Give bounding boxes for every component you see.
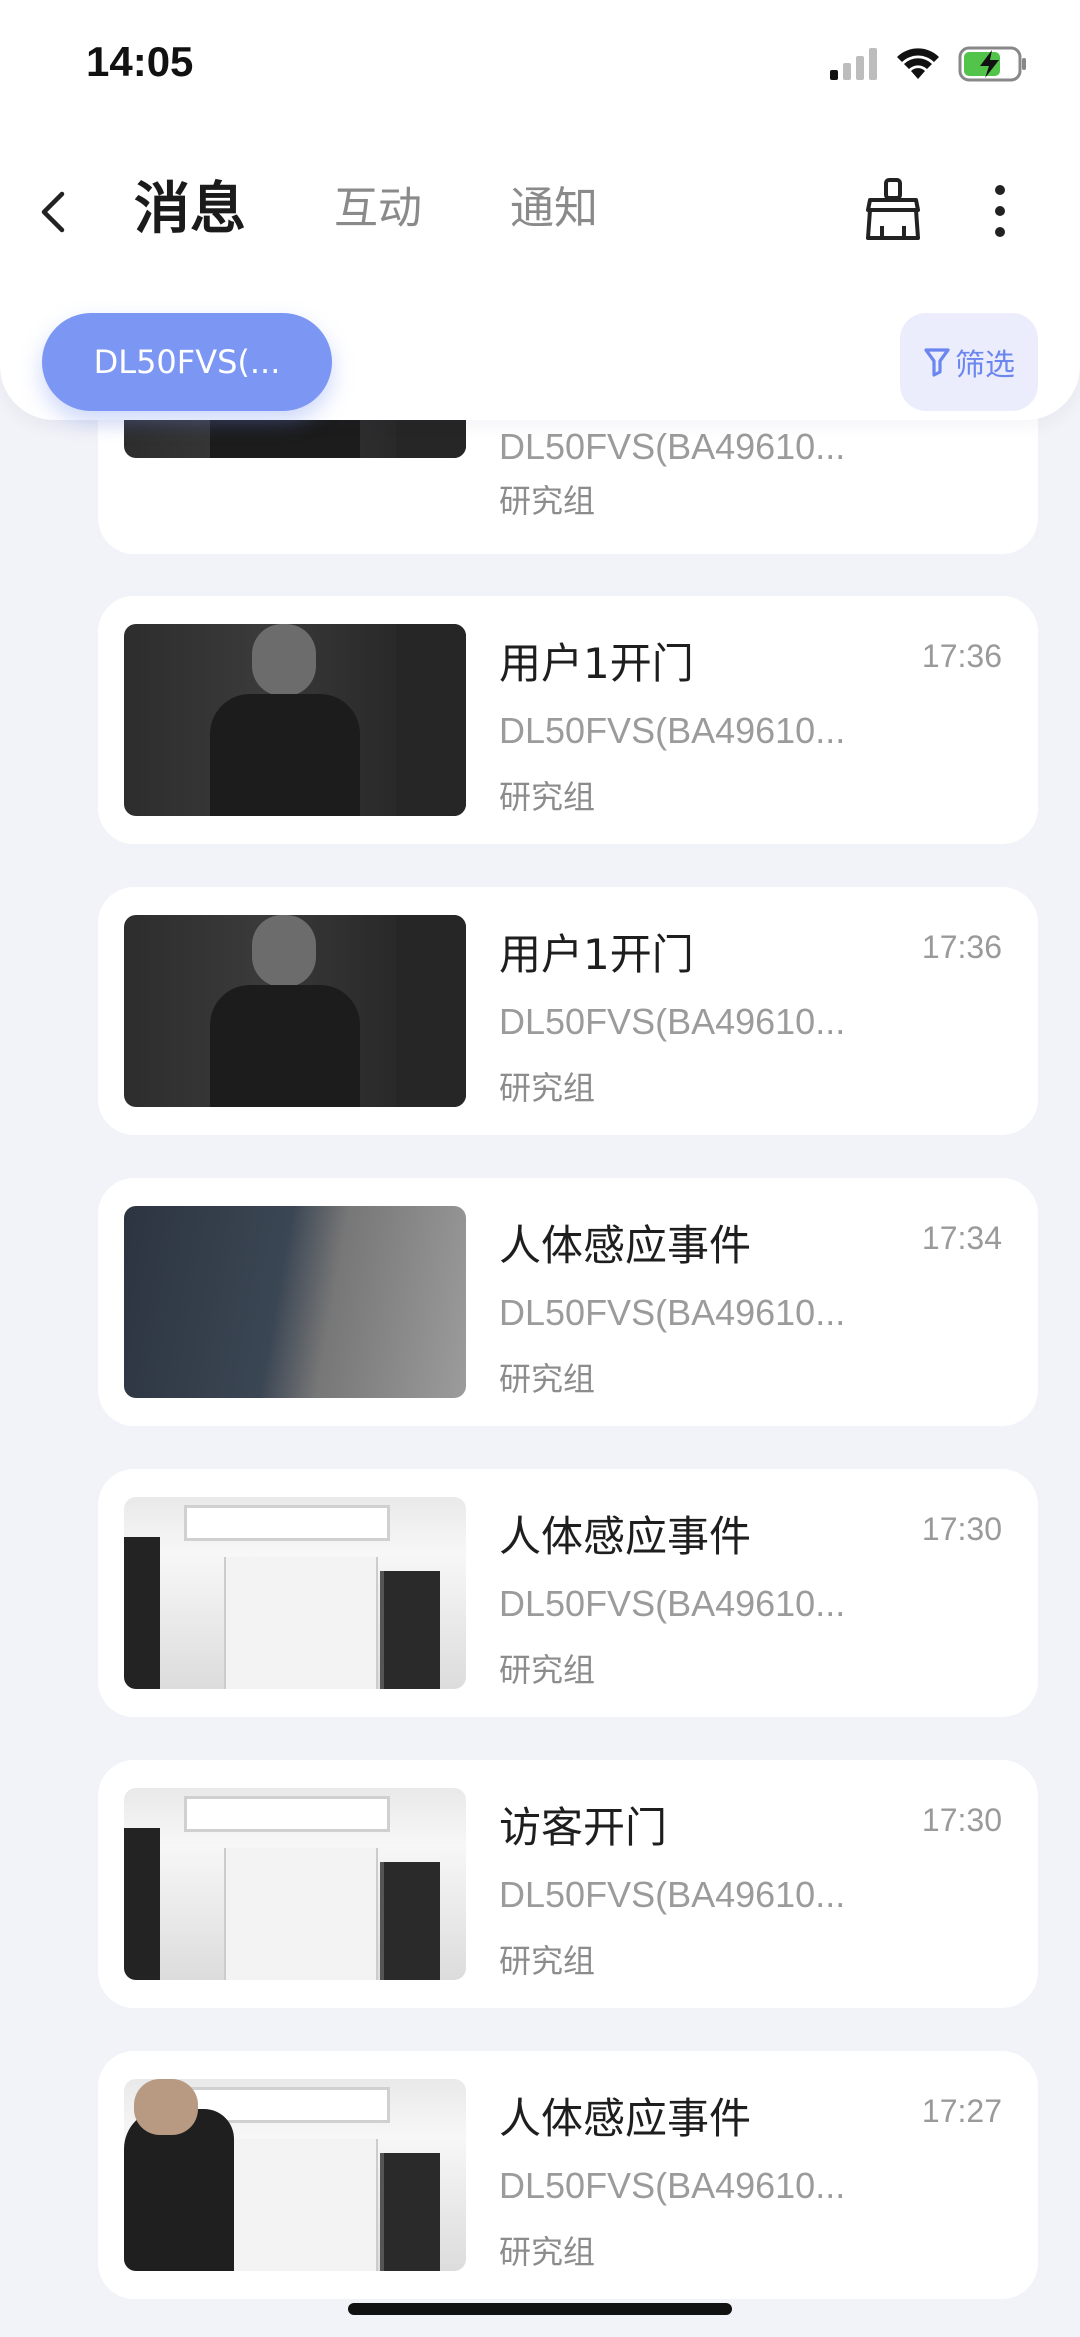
list-item[interactable]: 人体感应事件 17:34 DL50FVS(BA49610... 研究组 bbox=[98, 1178, 1038, 1426]
back-arrow-icon[interactable] bbox=[28, 176, 78, 246]
device-selector-chip[interactable]: DL50FVS(... bbox=[42, 313, 332, 411]
message-device: DL50FVS(BA49610... bbox=[499, 1001, 846, 1042]
message-group: 研究组 bbox=[499, 1360, 596, 1398]
filter-funnel-icon bbox=[924, 348, 950, 377]
event-thumbnail bbox=[124, 624, 466, 816]
message-time: 17:30 bbox=[921, 1511, 1002, 1547]
message-time: 17:36 bbox=[921, 929, 1002, 965]
filter-button[interactable]: 筛选 bbox=[900, 313, 1038, 411]
list-item[interactable]: 用户1开门 17:36 DL50FVS(BA49610... 研究组 bbox=[98, 596, 1038, 844]
message-time: 17:27 bbox=[921, 2093, 1002, 2129]
home-indicator bbox=[348, 2303, 732, 2315]
header: 消息 互动 通知 DL50FVS(... 筛选 bbox=[0, 140, 1080, 420]
clean-brush-icon[interactable] bbox=[862, 176, 924, 244]
message-device: DL50FVS(BA49610... bbox=[499, 1583, 846, 1624]
cellular-signal-icon bbox=[830, 48, 877, 80]
message-time: 17:34 bbox=[921, 1220, 1002, 1256]
message-device: DL50FVS(BA49610... bbox=[499, 2165, 846, 2206]
event-thumbnail bbox=[124, 1497, 466, 1689]
message-device: DL50FVS(BA49610... bbox=[499, 1874, 846, 1915]
filter-label: 筛选 bbox=[955, 348, 1015, 383]
message-group: 研究组 bbox=[499, 482, 596, 520]
event-thumbnail bbox=[124, 915, 466, 1107]
message-title: 用户1开门 bbox=[499, 930, 694, 979]
list-item[interactable]: 访客开门 17:30 DL50FVS(BA49610... 研究组 bbox=[98, 1760, 1038, 2008]
event-thumbnail bbox=[124, 1206, 466, 1398]
list-item[interactable]: 用户1开门 17:36 DL50FVS(BA49610... 研究组 bbox=[98, 887, 1038, 1135]
message-group: 研究组 bbox=[499, 1651, 596, 1689]
event-thumbnail bbox=[124, 2079, 466, 2271]
message-group: 研究组 bbox=[499, 1069, 596, 1107]
message-time: 17:36 bbox=[921, 638, 1002, 674]
list-item[interactable]: 人体感应事件 17:27 DL50FVS(BA49610... 研究组 bbox=[98, 2051, 1038, 2299]
list-item[interactable]: 人体感应事件 17:30 DL50FVS(BA49610... 研究组 bbox=[98, 1469, 1038, 1717]
message-device: DL50FVS(BA49610... bbox=[499, 426, 846, 467]
message-group: 研究组 bbox=[499, 1942, 596, 1980]
event-thumbnail bbox=[124, 1788, 466, 1980]
message-device: DL50FVS(BA49610... bbox=[499, 710, 846, 751]
status-time: 14:05 bbox=[86, 38, 194, 85]
tab-interactions[interactable]: 互动 bbox=[334, 172, 422, 236]
status-icons bbox=[830, 46, 1028, 82]
message-group: 研究组 bbox=[499, 778, 596, 816]
message-title: 用户1开门 bbox=[499, 639, 694, 688]
tab-notifications[interactable]: 通知 bbox=[510, 172, 598, 236]
message-group: 研究组 bbox=[499, 2233, 596, 2271]
message-time: 17:30 bbox=[921, 1802, 1002, 1838]
message-title: 人体感应事件 bbox=[499, 1221, 752, 1270]
wifi-icon bbox=[897, 48, 939, 79]
message-title: 人体感应事件 bbox=[499, 1512, 752, 1561]
tab-messages[interactable]: 消息 bbox=[134, 164, 246, 245]
message-title: 人体感应事件 bbox=[499, 2094, 752, 2143]
more-vertical-icon[interactable] bbox=[980, 176, 1020, 246]
message-device: DL50FVS(BA49610... bbox=[499, 1292, 846, 1333]
message-title: 访客开门 bbox=[499, 1803, 668, 1852]
battery-charging-icon bbox=[958, 46, 1026, 82]
status-bar: 14:05 bbox=[0, 0, 1080, 140]
